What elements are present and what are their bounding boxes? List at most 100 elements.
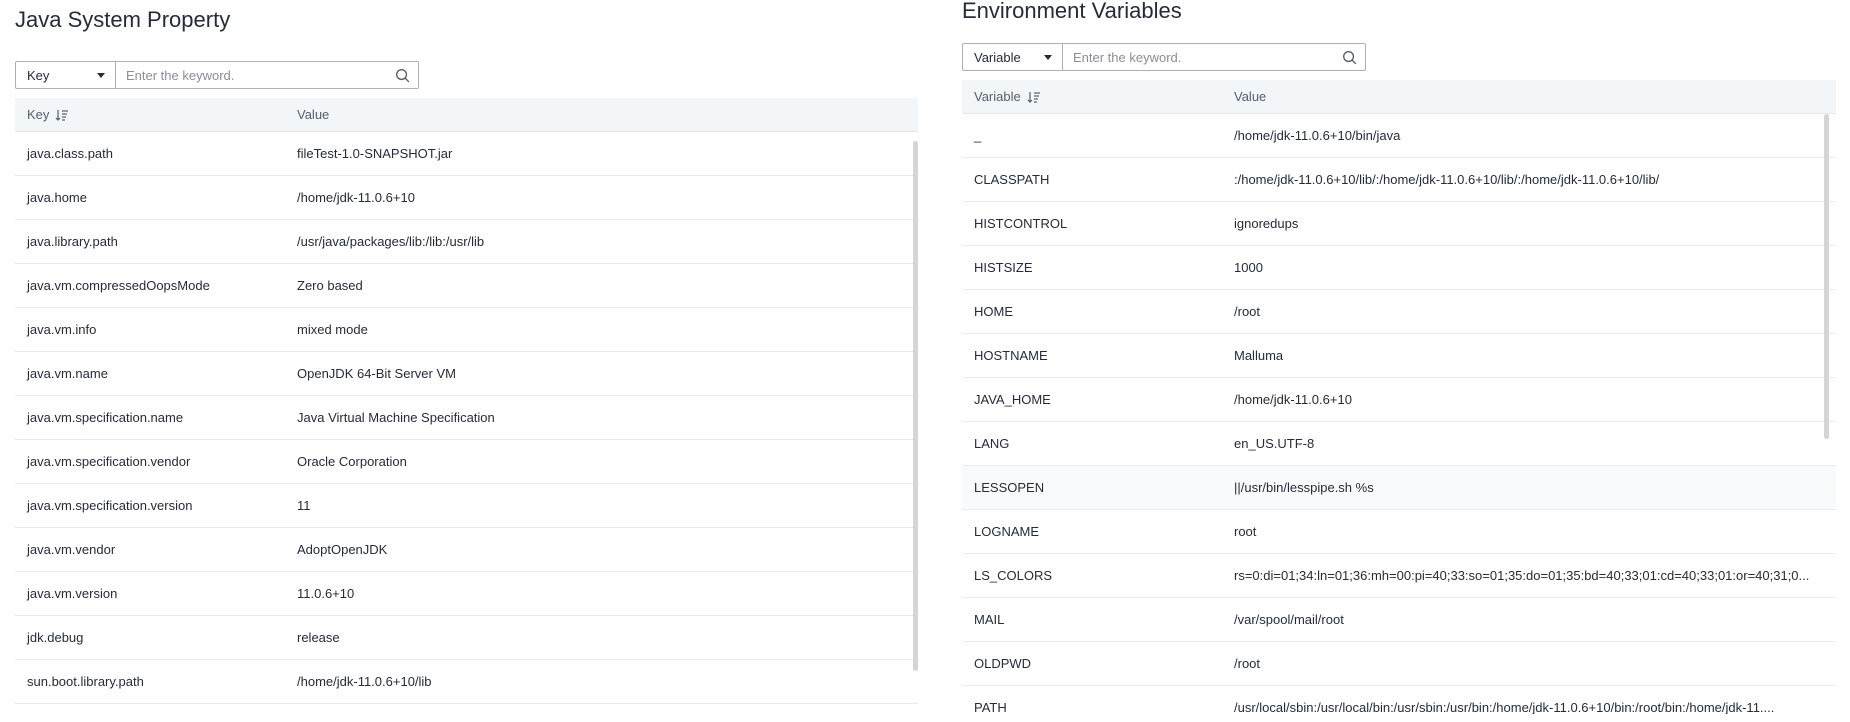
table-row: java.vm.vendor AdoptOpenJDK bbox=[15, 528, 918, 572]
variable-value: :/home/jdk-11.0.6+10/lib/:/home/jdk-11.0… bbox=[1234, 172, 1660, 187]
table-row: HISTCONTROL ignoredups bbox=[962, 202, 1836, 246]
sort-icon[interactable] bbox=[55, 109, 69, 121]
env-variable-table: Variable Value _/home/jdk-11.0.6+10/bin/… bbox=[962, 80, 1836, 714]
table-header: Key Value bbox=[15, 98, 918, 132]
java-property-search-input[interactable] bbox=[116, 62, 386, 88]
property-value: OpenJDK 64-Bit Server VM bbox=[297, 366, 456, 381]
property-value: release bbox=[297, 630, 340, 645]
property-value: /home/jdk-11.0.6+10 bbox=[297, 190, 415, 205]
variable-name: LS_COLORS bbox=[974, 568, 1053, 583]
table-row: LANG en_US.UTF-8 bbox=[962, 422, 1836, 466]
search-icon[interactable] bbox=[386, 62, 418, 88]
property-value: Java Virtual Machine Specification bbox=[297, 410, 495, 425]
property-value: /home/jdk-11.0.6+10/lib bbox=[297, 674, 432, 689]
variable-value: /var/spool/mail/root bbox=[1234, 612, 1344, 627]
property-value: Zero based bbox=[297, 278, 363, 293]
table-row: LESSOPEN ||/usr/bin/lesspipe.sh %s bbox=[962, 466, 1836, 510]
java-system-property-title: Java System Property bbox=[15, 7, 231, 32]
key-column-header[interactable]: Key bbox=[15, 107, 285, 122]
property-value: 11.0.6+10 bbox=[297, 586, 355, 601]
variable-value: /home/jdk-11.0.6+10 bbox=[1234, 392, 1352, 407]
search-icon[interactable] bbox=[1333, 44, 1365, 70]
variable-filter-select[interactable]: Variable bbox=[963, 44, 1063, 70]
property-key: java.vm.specification.vendor bbox=[27, 454, 191, 469]
table-header: Variable Value bbox=[962, 80, 1836, 114]
property-key: sun.boot.library.path bbox=[27, 674, 144, 689]
property-key: java.vm.specification.version bbox=[27, 498, 193, 513]
variable-name: LOGNAME bbox=[974, 524, 1040, 539]
property-value: AdoptOpenJDK bbox=[297, 542, 388, 557]
table-row: CLASSPATH :/home/jdk-11.0.6+10/lib/:/home… bbox=[962, 158, 1836, 202]
env-variable-search-bar: Variable bbox=[962, 43, 1366, 71]
vertical-scrollbar[interactable] bbox=[1824, 114, 1829, 439]
table-row: JAVA_HOME/home/jdk-11.0.6+10 bbox=[962, 378, 1836, 422]
property-key: java.vm.compressedOopsMode bbox=[27, 278, 210, 293]
variable-value: en_US.UTF-8 bbox=[1234, 436, 1315, 451]
variable-name: LANG bbox=[974, 436, 1010, 451]
table-row: java.library.path/usr/java/packages/lib:… bbox=[15, 220, 918, 264]
table-row: sun.boot.library.path/home/jdk-11.0.6+10… bbox=[15, 660, 918, 704]
value-column-header: Value bbox=[285, 107, 918, 122]
property-key: java.vm.info bbox=[27, 322, 97, 337]
variable-column-label: Variable bbox=[974, 89, 1021, 104]
table-row: java.vm.specification.vendor Oracle Corpo… bbox=[15, 440, 918, 484]
variable-name: CLASSPATH bbox=[974, 172, 1050, 187]
property-value: fileTest-1.0-SNAPSHOT.jar bbox=[297, 146, 453, 161]
variable-value: ignoredups bbox=[1234, 216, 1299, 231]
table-row: java.vm.specification.name Java Virtual M… bbox=[15, 396, 918, 440]
variable-name: PATH bbox=[974, 700, 1007, 714]
variable-name: OLDPWD bbox=[974, 656, 1032, 671]
table-row: OLDPWD/root bbox=[962, 642, 1836, 686]
variable-name: HISTCONTROL bbox=[974, 216, 1068, 231]
variable-name: HISTSIZE bbox=[974, 260, 1033, 275]
property-key: java.vm.specification.name bbox=[27, 410, 184, 425]
property-key: java.home bbox=[27, 190, 87, 205]
property-key: java.class.path bbox=[27, 146, 113, 161]
table-row: java.vm.specification.version 11 bbox=[15, 484, 918, 528]
property-value: mixed mode bbox=[297, 322, 368, 337]
variable-value: Malluma bbox=[1234, 348, 1284, 363]
property-key: java.vm.version bbox=[27, 586, 118, 601]
env-variable-rows: _ /home/jdk-11.0.6+10/bin/java CLASSPATH:… bbox=[962, 114, 1836, 714]
variable-filter-select-label: Variable bbox=[974, 49, 1021, 65]
property-key: java.library.path bbox=[27, 234, 118, 249]
value-column-label: Value bbox=[1234, 89, 1267, 104]
property-value: 11 bbox=[297, 498, 311, 513]
value-column-label: Value bbox=[297, 107, 330, 122]
variable-value: /root bbox=[1234, 304, 1261, 319]
variable-column-header[interactable]: Variable bbox=[962, 89, 1222, 104]
key-filter-select-label: Key bbox=[27, 67, 50, 83]
table-row: PATH/usr/local/sbin:/usr/local/bin:/usr/… bbox=[962, 686, 1836, 714]
environment-variables-title: Environment Variables bbox=[962, 0, 1182, 23]
variable-value: 1000 bbox=[1234, 260, 1263, 275]
variable-name: LESSOPEN bbox=[974, 480, 1045, 495]
vertical-scrollbar[interactable] bbox=[913, 141, 918, 671]
property-value: /usr/java/packages/lib:/lib:/usr/lib bbox=[297, 234, 485, 249]
table-row: java.vm.name OpenJDK 64-Bit Server VM bbox=[15, 352, 918, 396]
property-key: jdk.debug bbox=[27, 630, 84, 645]
table-row: HISTSIZE 1000 bbox=[962, 246, 1836, 290]
property-key: java.vm.name bbox=[27, 366, 108, 381]
java-property-rows: java.class.path fileTest-1.0-SNAPSHOT.jar… bbox=[15, 132, 918, 718]
env-variable-search-input[interactable] bbox=[1063, 44, 1333, 70]
key-column-label: Key bbox=[27, 107, 50, 122]
table-row: jdk.debug release bbox=[15, 616, 918, 660]
table-row: HOSTNAME Malluma bbox=[962, 334, 1836, 378]
key-filter-select[interactable]: Key bbox=[16, 62, 116, 88]
table-row: LS_COLORS rs=0:di=01;34:ln=01;36:mh=00:pi… bbox=[962, 554, 1836, 598]
java-property-search-bar: Key bbox=[15, 61, 419, 89]
variable-value: ||/usr/bin/lesspipe.sh %s bbox=[1234, 480, 1374, 495]
table-row: MAIL/var/spool/mail/root bbox=[962, 598, 1836, 642]
variable-name: _ bbox=[974, 128, 982, 143]
value-column-header: Value bbox=[1222, 89, 1822, 104]
sort-icon[interactable] bbox=[1027, 91, 1041, 103]
variable-name: MAIL bbox=[974, 612, 1005, 627]
table-row: LOGNAME root bbox=[962, 510, 1836, 554]
chevron-down-icon bbox=[1044, 54, 1052, 60]
java-system-property-panel: Java System Property Key Key bbox=[15, 0, 918, 718]
table-row: _ /home/jdk-11.0.6+10/bin/java bbox=[962, 114, 1836, 158]
property-value: Oracle Corporation bbox=[297, 454, 407, 469]
variable-value: rs=0:di=01;34:ln=01;36:mh=00:pi=40;33:so… bbox=[1234, 568, 1810, 583]
table-row: java.class.path fileTest-1.0-SNAPSHOT.jar bbox=[15, 132, 918, 176]
variable-name: HOSTNAME bbox=[974, 348, 1048, 363]
